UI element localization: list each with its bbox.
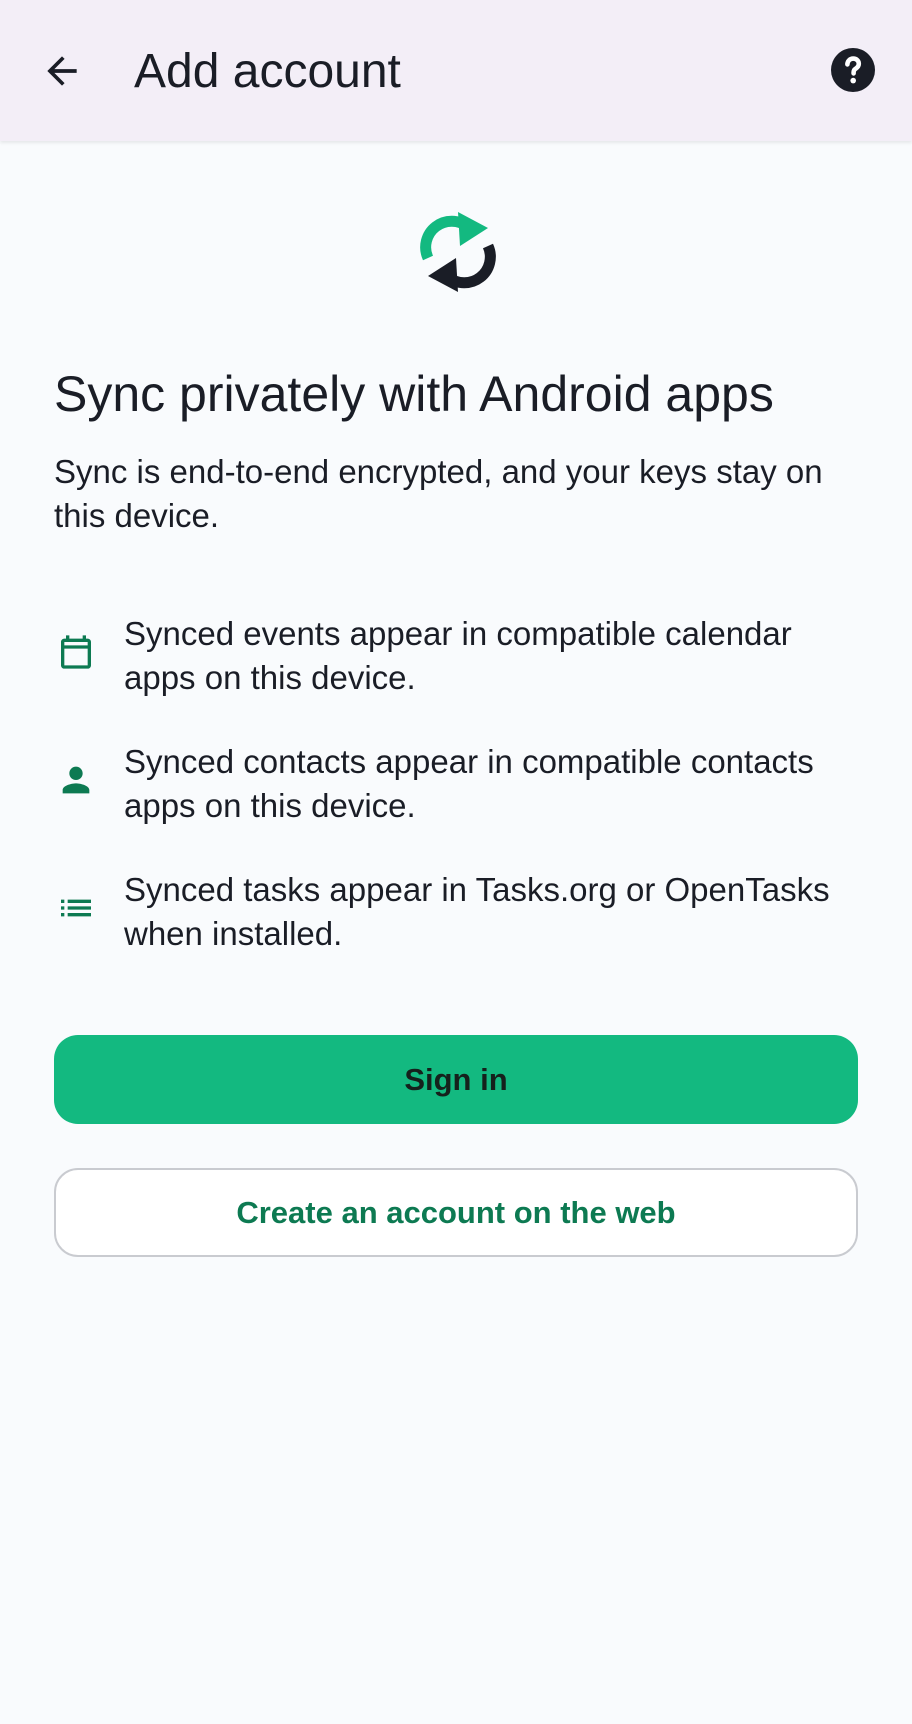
feature-item-calendar: Synced events appear in compatible calen… — [54, 612, 874, 700]
arrow-back-icon — [47, 56, 77, 86]
sync-hero — [418, 206, 498, 302]
sync-icon — [420, 212, 496, 292]
section-heading: Sync privately with Android apps — [54, 366, 774, 422]
person-icon — [54, 758, 98, 802]
feature-item-tasks: Synced tasks appear in Tasks.org or Open… — [54, 868, 874, 956]
calendar-icon — [54, 630, 98, 674]
back-button[interactable] — [32, 36, 92, 106]
help-circle-icon — [831, 48, 875, 92]
feature-text: Synced contacts appear in compatible con… — [124, 743, 814, 824]
page-title: Add account — [134, 45, 401, 98]
feature-list: Synced events appear in compatible calen… — [54, 612, 874, 996]
create-account-button[interactable]: Create an account on the web — [54, 1168, 858, 1257]
app-bar: Add account — [0, 0, 912, 141]
sign-in-button[interactable]: Sign in — [54, 1035, 858, 1124]
list-icon — [54, 886, 98, 930]
feature-text: Synced tasks appear in Tasks.org or Open… — [124, 871, 830, 952]
help-button[interactable] — [828, 45, 878, 95]
feature-item-contacts: Synced contacts appear in compatible con… — [54, 740, 874, 828]
section-subtitle: Sync is end-to-end encrypted, and your k… — [54, 453, 823, 534]
feature-text: Synced events appear in compatible calen… — [124, 615, 792, 696]
